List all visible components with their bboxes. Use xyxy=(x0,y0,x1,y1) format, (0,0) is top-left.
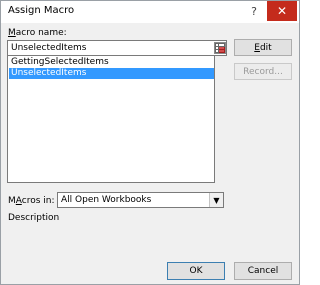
range-select-icon xyxy=(215,43,225,53)
ref-edit-button[interactable] xyxy=(214,42,226,54)
list-item-selected[interactable]: UnselectedItems xyxy=(9,68,214,79)
assign-macro-dialog: Assign Macro ? ✕ Macro name: UnselectedI… xyxy=(0,0,300,285)
macro-name-input[interactable]: UnselectedItems xyxy=(7,40,227,56)
close-button[interactable]: ✕ xyxy=(267,1,297,21)
macros-in-select[interactable]: All Open Workbooks ▼ xyxy=(57,192,224,208)
dialog-title: Assign Macro xyxy=(8,5,75,16)
chevron-down-icon[interactable]: ▼ xyxy=(209,193,223,207)
cancel-button[interactable]: Cancel xyxy=(234,262,292,280)
macro-list[interactable]: GettingSelectedItems UnselectedItems xyxy=(7,56,215,183)
title-bar: Assign Macro ? ✕ xyxy=(1,1,299,23)
help-button[interactable]: ? xyxy=(241,1,267,21)
ok-button[interactable]: OK xyxy=(167,262,225,280)
macros-in-label: MAcros in: xyxy=(8,196,55,206)
macro-name-value: UnselectedItems xyxy=(11,43,87,53)
list-item[interactable]: GettingSelectedItems xyxy=(9,57,214,68)
edit-button[interactable]: Edit xyxy=(234,39,292,56)
macros-in-value: All Open Workbooks xyxy=(61,195,152,205)
macro-name-label: Macro name: xyxy=(8,28,67,38)
description-label: Description xyxy=(8,213,60,223)
record-button[interactable]: Record... xyxy=(234,63,292,80)
